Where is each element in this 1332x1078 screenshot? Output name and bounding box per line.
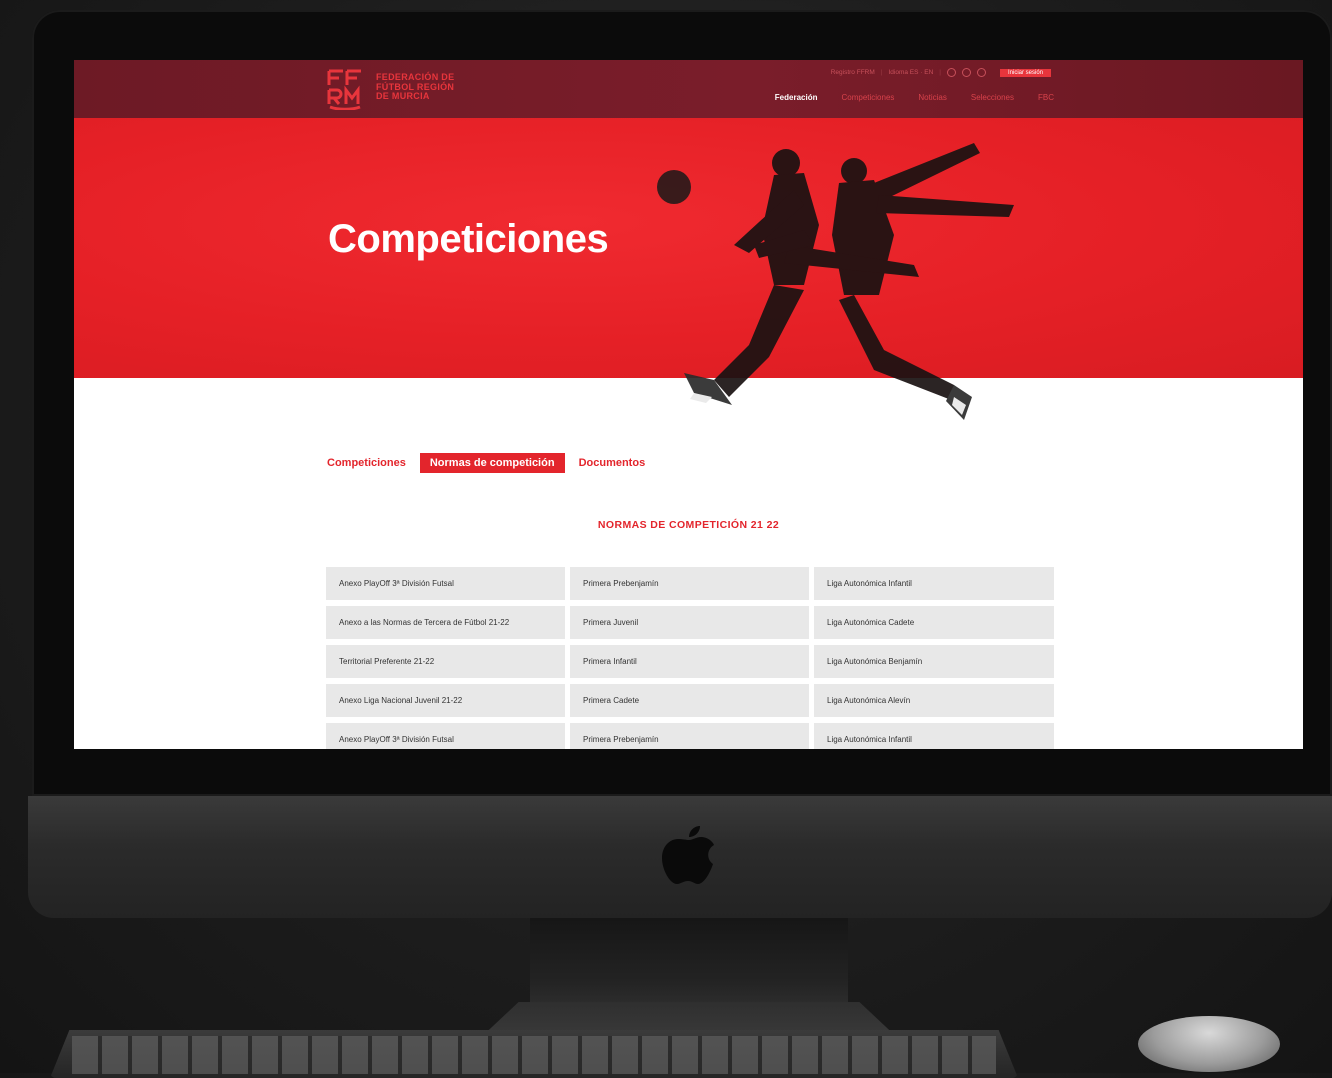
mouse: [1138, 1016, 1280, 1072]
screen: FEDERACIÓN DE FÚTBOL REGIÓN DE MURCIA Re…: [74, 60, 1303, 749]
nav-federacion[interactable]: Federación: [775, 93, 818, 102]
keyboard: [50, 1030, 1018, 1078]
document-link[interactable]: Anexo a las Normas de Tercera de Fútbol …: [326, 606, 565, 639]
nav-competiciones[interactable]: Competiciones: [841, 93, 894, 102]
ffrm-logo-icon[interactable]: [326, 68, 364, 110]
language-link[interactable]: Idioma ES · EN: [888, 69, 933, 76]
page-title: Competiciones: [328, 217, 609, 261]
tab-documentos[interactable]: Documentos: [579, 457, 646, 469]
instagram-icon[interactable]: [961, 68, 971, 77]
imac-stand: [530, 918, 848, 1008]
nav-selecciones[interactable]: Selecciones: [971, 93, 1014, 102]
document-link[interactable]: Primera Prebenjamín: [570, 723, 809, 749]
logo-line: DE MURCIA: [376, 91, 430, 101]
document-link[interactable]: Anexo Liga Nacional Juvenil 21-22: [326, 684, 565, 717]
document-link[interactable]: Primera Prebenjamín: [570, 567, 809, 600]
document-link[interactable]: Liga Autonómica Infantil: [814, 723, 1054, 749]
document-link[interactable]: Liga Autonómica Benjamín: [814, 645, 1054, 678]
document-link[interactable]: Liga Autonómica Alevín: [814, 684, 1054, 717]
document-link[interactable]: Anexo PlayOff 3ª División Futsal: [326, 723, 565, 749]
document-link[interactable]: Primera Cadete: [570, 684, 809, 717]
football-players-image: [657, 143, 1014, 420]
utility-bar: Registro FFRM | Idioma ES · EN | Iniciar…: [831, 68, 1051, 77]
main-nav: Federación Competiciones Noticias Selecc…: [775, 93, 1054, 102]
document-link[interactable]: Primera Infantil: [570, 645, 809, 678]
document-link[interactable]: Anexo PlayOff 3ª División Futsal: [326, 567, 565, 600]
facebook-icon[interactable]: [946, 68, 956, 77]
section-tabs: Competiciones Normas de competición Docu…: [327, 453, 645, 473]
documents-grid: Anexo PlayOff 3ª División Futsal Primera…: [326, 567, 1054, 749]
document-link[interactable]: Primera Juvenil: [570, 606, 809, 639]
section-title: NORMAS DE COMPETICIÓN 21 22: [597, 519, 780, 531]
register-link[interactable]: Registro FFRM: [831, 69, 875, 76]
divider: |: [880, 69, 883, 76]
tab-normas-de-competicion[interactable]: Normas de competición: [419, 453, 565, 473]
document-link[interactable]: Liga Autonómica Cadete: [814, 606, 1054, 639]
document-link[interactable]: Territorial Preferente 21-22: [326, 645, 565, 678]
federation-name[interactable]: FEDERACIÓN DE FÚTBOL REGIÓN DE MURCIA: [376, 72, 486, 102]
divider: |: [939, 69, 941, 76]
login-button[interactable]: Iniciar sesión: [999, 68, 1051, 77]
nav-noticias[interactable]: Noticias: [918, 93, 946, 102]
apple-logo-icon: [662, 826, 714, 884]
document-link[interactable]: Liga Autonómica Infantil: [814, 567, 1054, 600]
site-header: FEDERACIÓN DE FÚTBOL REGIÓN DE MURCIA Re…: [74, 60, 1303, 118]
youtube-icon[interactable]: [976, 68, 986, 77]
tab-competiciones[interactable]: Competiciones: [327, 457, 406, 469]
nav-fbc[interactable]: FBC: [1038, 93, 1054, 102]
